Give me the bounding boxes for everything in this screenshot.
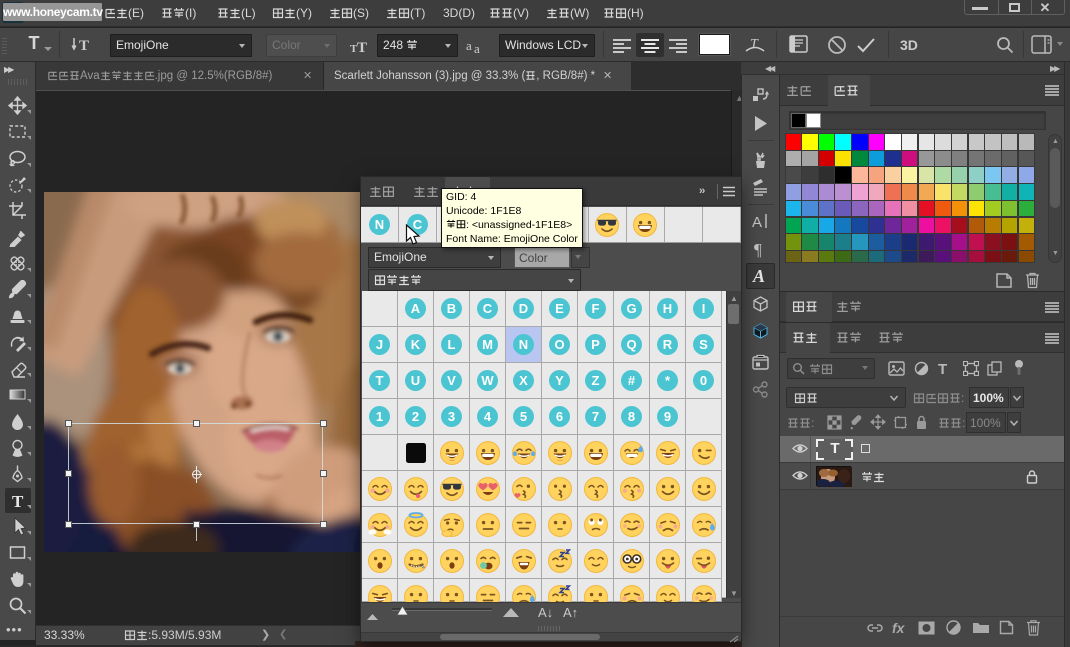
svg-text:T: T — [12, 492, 24, 510]
svg-text:T: T — [357, 40, 367, 56]
svg-text:a: a — [474, 41, 480, 56]
svg-text:A: A — [752, 214, 762, 231]
svg-text:T: T — [79, 38, 89, 54]
svg-text:T: T — [750, 37, 759, 52]
svg-text:A: A — [752, 266, 765, 286]
svg-text:¶: ¶ — [754, 240, 762, 259]
svg-text:a: a — [466, 38, 472, 53]
